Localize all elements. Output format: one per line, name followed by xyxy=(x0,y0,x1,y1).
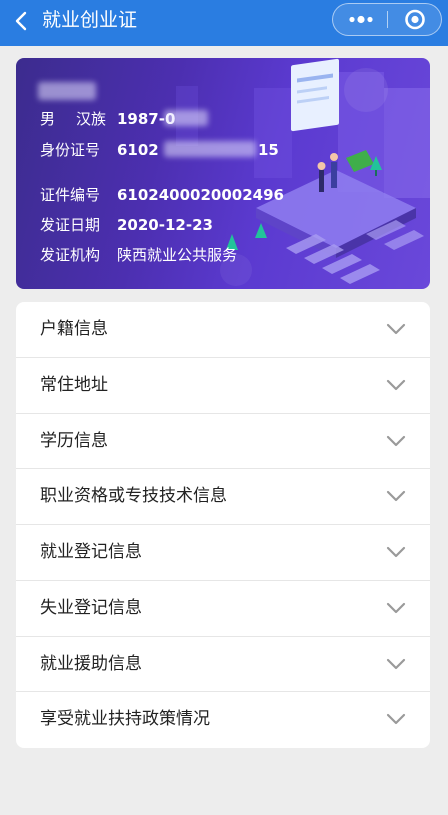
section-row-unemployment-registration[interactable]: 失业登记信息 xyxy=(16,581,430,637)
mini-program-capsule xyxy=(332,3,442,36)
section-row-household[interactable]: 户籍信息 xyxy=(16,302,430,358)
section-label: 户籍信息 xyxy=(40,319,108,339)
chevron-down-icon xyxy=(386,323,406,335)
section-label: 失业登记信息 xyxy=(40,597,142,618)
section-row-employment-assistance[interactable]: 就业援助信息 xyxy=(16,637,430,693)
certificate-number-label: 证件编号 xyxy=(40,186,101,204)
section-label: 就业援助信息 xyxy=(40,653,142,674)
chevron-down-icon xyxy=(386,546,406,558)
chevron-down-icon xyxy=(386,714,406,725)
ethnicity: 汉族 xyxy=(76,110,107,128)
id-number-suffix: 15 xyxy=(258,141,279,159)
back-arrow-icon[interactable] xyxy=(6,4,36,38)
id-number-label: 身份证号 xyxy=(40,141,101,159)
issue-date: 2020-12-23 xyxy=(117,216,213,234)
issuer: 陕西就业公共服务 xyxy=(117,246,238,264)
section-label: 享受就业扶持政策情况 xyxy=(40,709,210,730)
close-target-icon[interactable] xyxy=(388,4,442,35)
section-row-support-policies[interactable]: 享受就业扶持政策情况 xyxy=(16,692,430,748)
chevron-down-icon xyxy=(386,379,406,390)
more-icon[interactable] xyxy=(333,4,387,35)
chevron-down-icon xyxy=(386,602,406,613)
section-row-education[interactable]: 学历信息 xyxy=(16,414,430,470)
birth-redaction xyxy=(164,110,208,126)
id-number-redaction xyxy=(164,141,256,157)
section-row-employment-registration[interactable]: 就业登记信息 xyxy=(16,525,430,581)
section-label: 职业资格或专技技术信息 xyxy=(40,486,227,507)
top-navbar: 就业创业证 xyxy=(0,0,448,46)
section-label: 学历信息 xyxy=(40,430,108,451)
certificate-number: 6102400020002496 xyxy=(117,186,284,204)
page-title: 就业创业证 xyxy=(42,9,138,31)
info-section-list: 户籍信息 常住地址 学历信息 职业资格或专技技术信息 就业登记信息 失业登记信息… xyxy=(16,302,430,748)
chevron-down-icon xyxy=(386,658,406,669)
section-label: 就业登记信息 xyxy=(40,542,142,562)
section-row-residence[interactable]: 常住地址 xyxy=(16,358,430,414)
chevron-down-icon xyxy=(386,435,406,446)
section-row-qualifications[interactable]: 职业资格或专技技术信息 xyxy=(16,469,430,525)
chevron-down-icon xyxy=(386,491,406,502)
gender: 男 xyxy=(40,110,56,128)
issuer-label: 发证机构 xyxy=(40,246,101,264)
id-number-prefix: 6102 xyxy=(117,141,159,159)
section-label: 常住地址 xyxy=(40,374,108,395)
employment-certificate-card: 男 汉族 1987-0 身份证号 6102 15 证件编号 6102400020… xyxy=(16,58,430,289)
issue-date-label: 发证日期 xyxy=(40,216,101,234)
name-redaction xyxy=(38,82,96,100)
